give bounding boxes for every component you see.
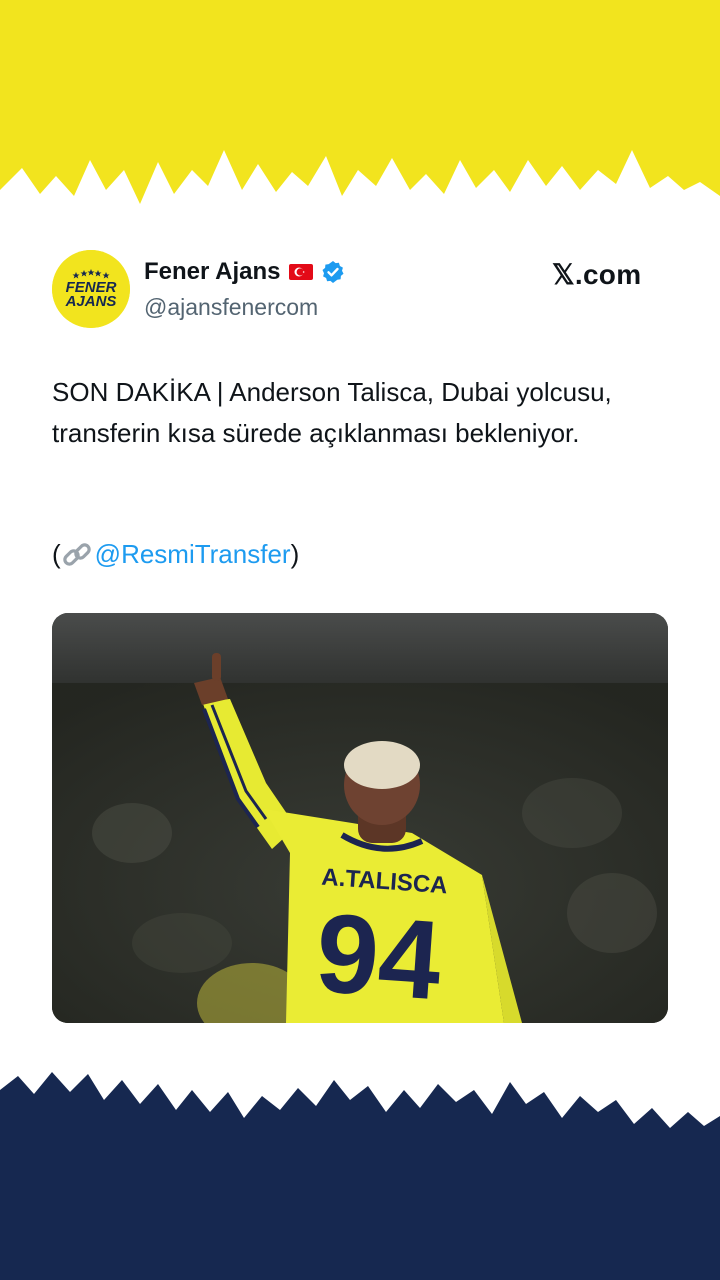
avatar-text-line2: AJANS (65, 293, 117, 310)
source-close-paren: ) (290, 539, 300, 569)
link-icon (62, 542, 91, 566)
bottom-navy-band (0, 1072, 720, 1280)
top-yellow-band (0, 0, 720, 204)
verified-badge-icon (322, 261, 343, 283)
jersey-number: 94 (312, 890, 445, 1023)
display-name[interactable]: Fener Ajans (144, 258, 281, 286)
source-open-paren: ( (52, 539, 61, 569)
talisca-photo: A.TALISCA 94 (52, 613, 668, 1023)
mention-link[interactable]: @ResmiTransfer (95, 534, 291, 575)
tweet-photo[interactable]: A.TALISCA 94 (52, 613, 668, 1023)
user-handle[interactable]: @ajansfenercom (144, 294, 318, 321)
source-line: ( @ResmiTransfer ) (52, 534, 299, 575)
tweet-text: SON DAKİKA | Anderson Talisca, Dubai yol… (52, 377, 612, 448)
source-site-label[interactable]: 𝕏.com (552, 256, 641, 292)
turkey-flag-icon (288, 264, 313, 280)
profile-avatar[interactable]: FENER AJANS (52, 250, 130, 328)
display-name-row[interactable]: Fener Ajans (144, 258, 345, 286)
fener-ajans-logo: FENER AJANS (52, 250, 130, 328)
